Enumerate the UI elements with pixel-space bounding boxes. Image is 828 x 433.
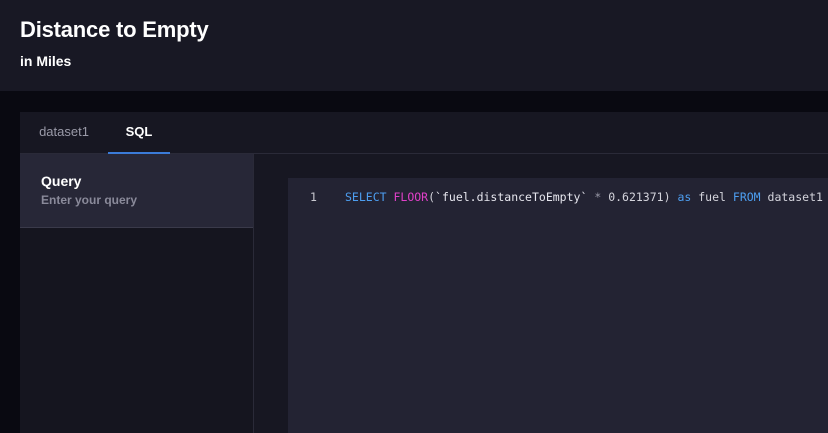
sql-editor[interactable]: 1 SELECT FLOOR(`fuel.distanceToEmpty` * … (288, 178, 828, 433)
app-page: Distance to Empty in Miles dataset1 SQL … (0, 0, 828, 433)
query-sidebar: Query Enter your query (20, 154, 254, 433)
query-item-title: Query (41, 173, 82, 189)
sql-alias: fuel (698, 190, 726, 204)
tab-sql[interactable]: SQL (108, 112, 170, 154)
sql-keyword-from: FROM (732, 190, 761, 204)
tab-bar: dataset1 SQL (20, 112, 828, 154)
page-subtitle: in Miles (20, 53, 72, 69)
page-header: Distance to Empty in Miles (0, 0, 828, 91)
sql-multiply-operator: * (594, 190, 602, 204)
sql-code[interactable]: SELECT FLOOR(`fuel.distanceToEmpty` * 0.… (345, 188, 823, 206)
page-title: Distance to Empty (20, 17, 209, 42)
sql-open-paren: ( (428, 190, 436, 204)
code-line: 1 SELECT FLOOR(`fuel.distanceToEmpty` * … (288, 188, 823, 206)
tab-dataset1[interactable]: dataset1 (20, 112, 108, 154)
sql-field-name: `fuel.distanceToEmpty` (435, 190, 588, 204)
query-panel: dataset1 SQL Query Enter your query 1 SE… (20, 112, 828, 433)
sql-function-floor: FLOOR (393, 190, 429, 204)
sql-table-name: dataset1 (767, 190, 823, 204)
query-item-description: Enter your query (41, 193, 138, 207)
sql-close-paren: ) (663, 190, 671, 204)
sql-number: 0.621371 (608, 190, 664, 204)
sql-keyword-select: SELECT (345, 190, 387, 204)
sql-keyword-as: as (677, 190, 692, 204)
query-list-item[interactable]: Query Enter your query (20, 154, 253, 228)
editor-area: 1 SELECT FLOOR(`fuel.distanceToEmpty` * … (254, 154, 828, 433)
line-number: 1 (310, 190, 317, 204)
